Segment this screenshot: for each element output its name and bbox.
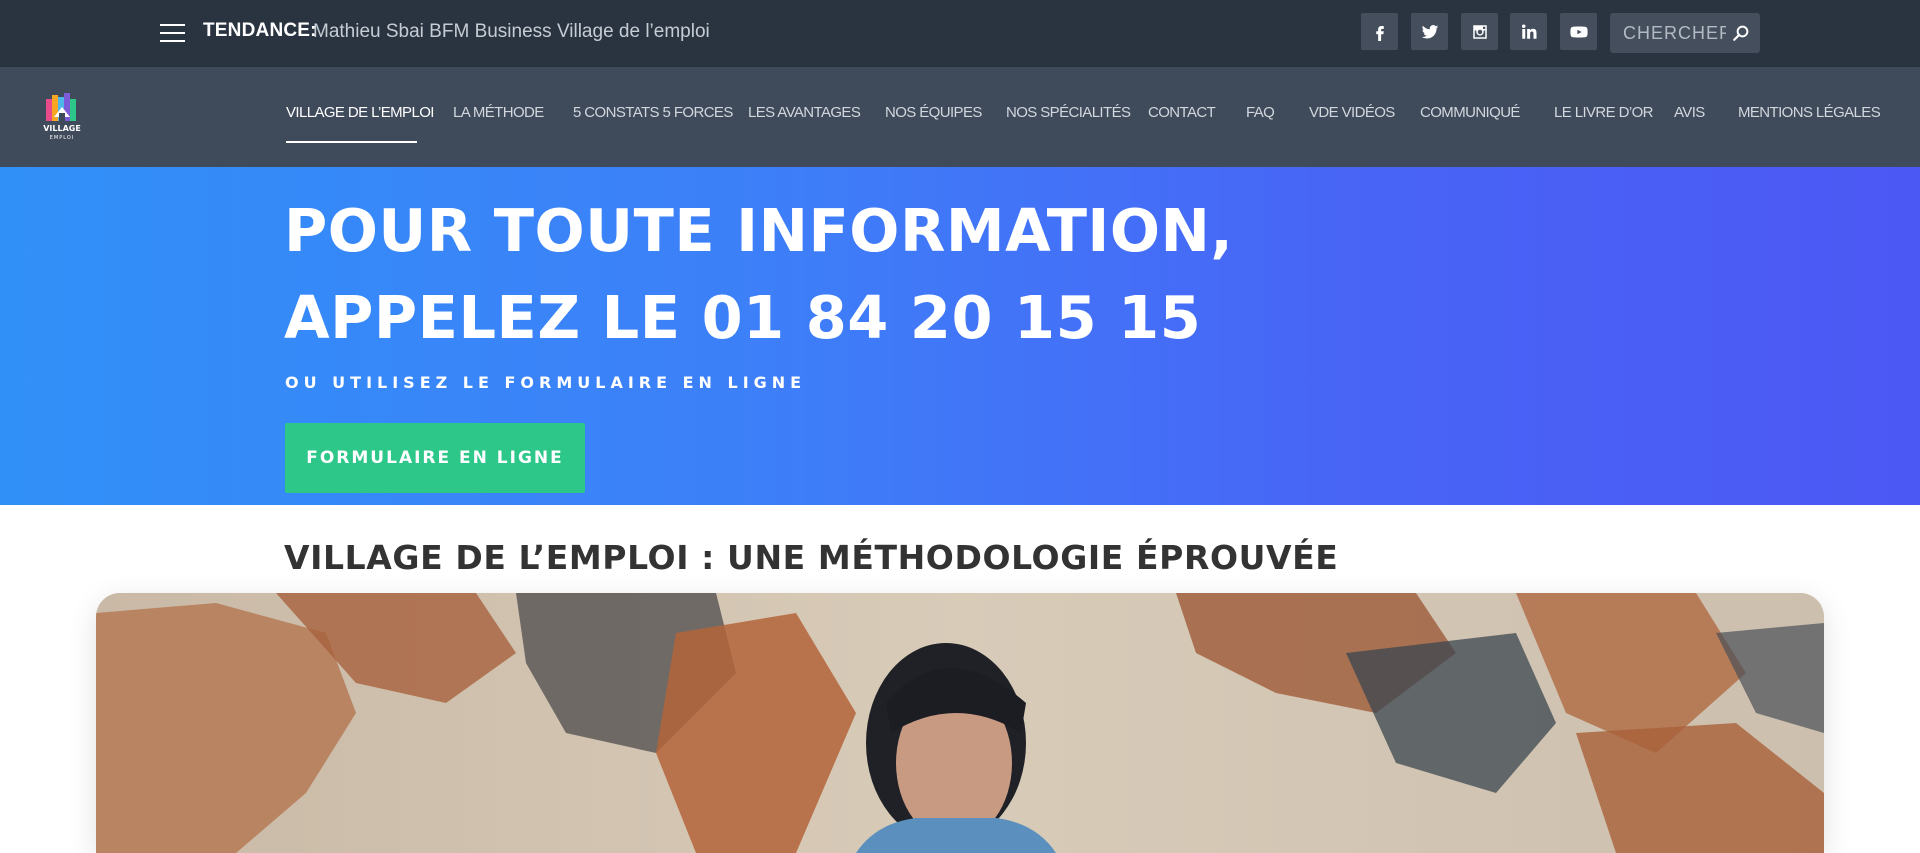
top-bar: TENDANCE: Mathieu Sbai BFM Business Vill… bbox=[0, 0, 1920, 67]
hero-banner: POUR TOUTE INFORMATION, APPELEZ LE 01 84… bbox=[0, 167, 1920, 505]
logo-subtext: EMPLOI bbox=[50, 135, 75, 141]
main-navigation: VILLAGE EMPLOI VILLAGE DE L’EMPLOI LA MÉ… bbox=[0, 67, 1920, 167]
hamburger-menu-icon[interactable] bbox=[160, 24, 185, 43]
youtube-icon[interactable] bbox=[1560, 13, 1597, 50]
methodology-photo bbox=[96, 593, 1824, 853]
nav-item-la-methode[interactable]: LA MÉTHODE bbox=[453, 104, 544, 121]
nav-item-avis[interactable]: AVIS bbox=[1674, 104, 1705, 121]
section-title: VILLAGE DE L’EMPLOI : UNE MÉTHODOLOGIE É… bbox=[284, 538, 1339, 577]
nav-item-communique[interactable]: COMMUNIQUÉ bbox=[1420, 104, 1520, 121]
world-map-portrait-image bbox=[96, 593, 1824, 853]
nav-item-faq[interactable]: FAQ bbox=[1246, 104, 1275, 121]
logo-text: VILLAGE bbox=[43, 124, 81, 133]
nav-item-contact[interactable]: CONTACT bbox=[1148, 104, 1216, 121]
linkedin-icon[interactable] bbox=[1510, 13, 1547, 50]
instagram-icon[interactable] bbox=[1461, 13, 1498, 50]
nav-item-vde-videos[interactable]: VDE VIDÉOS bbox=[1309, 104, 1395, 121]
twitter-icon[interactable] bbox=[1411, 13, 1448, 50]
online-form-button[interactable]: FORMULAIRE EN LIGNE bbox=[285, 423, 585, 493]
facebook-icon[interactable] bbox=[1361, 13, 1398, 50]
hero-title-line-2: APPELEZ LE 01 84 20 15 15 bbox=[284, 283, 1202, 352]
search-icon[interactable] bbox=[1732, 24, 1750, 42]
nav-item-5-constats-5-forces[interactable]: 5 CONSTATS 5 FORCES bbox=[573, 104, 733, 121]
active-nav-underline bbox=[286, 141, 417, 143]
nav-item-mentions-legales[interactable]: MENTIONS LÉGALES bbox=[1738, 104, 1881, 121]
trending-label: TENDANCE: bbox=[203, 20, 317, 41]
nav-item-nos-specialites[interactable]: NOS SPÉCIALITÉS bbox=[1006, 104, 1131, 121]
nav-item-village-de-lemploi[interactable]: VILLAGE DE L’EMPLOI bbox=[286, 104, 434, 121]
search-box bbox=[1610, 13, 1760, 53]
nav-item-le-livre-dor[interactable]: LE LIVRE D’OR bbox=[1554, 104, 1654, 121]
nav-item-nos-equipes[interactable]: NOS ÉQUIPES bbox=[885, 104, 982, 121]
nav-item-les-avantages[interactable]: LES AVANTAGES bbox=[748, 104, 861, 121]
hero-title: POUR TOUTE INFORMATION, APPELEZ LE 01 84… bbox=[284, 187, 1484, 361]
trending-link[interactable]: Mathieu Sbai BFM Business Village de l’e… bbox=[313, 21, 710, 43]
hero-title-line-1: POUR TOUTE INFORMATION, bbox=[284, 196, 1234, 265]
site-logo[interactable]: VILLAGE EMPLOI bbox=[42, 93, 82, 143]
hero-subtitle: OU UTILISEZ LE FORMULAIRE EN LIGNE bbox=[285, 373, 807, 392]
